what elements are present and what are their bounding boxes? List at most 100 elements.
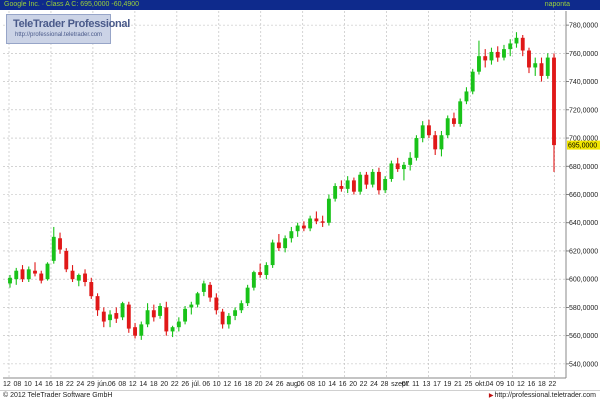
candle-body	[433, 135, 438, 150]
candle-body	[208, 284, 213, 298]
x-tick-label: 20	[160, 381, 168, 388]
teletrader-watermark: TeleTrader Professional http://professio…	[6, 14, 130, 44]
x-tick-label: 26	[181, 381, 189, 388]
x-tick-label: 22	[360, 381, 368, 388]
candle-body	[389, 163, 394, 179]
x-tick-label: 20	[349, 381, 357, 388]
y-tick-label: 560,0000	[569, 333, 598, 340]
x-tick-label: 10	[318, 381, 326, 388]
candle-body	[502, 49, 506, 58]
x-tick-label: 26	[276, 381, 284, 388]
candle-body	[370, 171, 375, 185]
candle-body	[364, 174, 369, 185]
x-tick-label: 04	[486, 381, 494, 388]
x-tick-label: 21	[454, 381, 462, 388]
candle-body	[545, 57, 550, 76]
candle-body	[358, 174, 363, 192]
candle-body	[520, 37, 525, 51]
candle-body	[158, 306, 163, 316]
last-price-marker: 695,0000	[567, 140, 600, 150]
candle-body	[414, 138, 419, 158]
candle	[251, 270, 256, 291]
candlestick-chart[interactable]: 540,0000 560,0000 580,0000 600,0000 620,0000…	[0, 0, 600, 400]
x-tick-label: 20	[255, 381, 263, 388]
footer-bar: © 2012 TeleTrader Software GmbH ▶http://…	[0, 390, 600, 401]
candle-body	[283, 238, 288, 249]
x-tick-label: 24	[370, 381, 378, 388]
candle-body	[114, 313, 119, 319]
candle-body	[76, 274, 81, 281]
candle-body	[345, 180, 350, 189]
x-tick-label: 14	[34, 381, 42, 388]
candle-body	[320, 221, 325, 223]
candle-body	[139, 324, 144, 336]
y-tick-label: 620,0000	[569, 248, 598, 255]
y-tick-label: 660,0000	[569, 192, 598, 199]
x-tick-label: 22	[549, 381, 557, 388]
candle-body	[333, 186, 338, 199]
candle-body	[533, 63, 538, 68]
x-tick-label: 08	[13, 381, 21, 388]
candle-body	[58, 238, 62, 250]
candle-body	[133, 327, 137, 336]
candle-body	[527, 50, 531, 68]
candle-body	[508, 43, 513, 50]
candle-body	[176, 321, 181, 328]
candle	[414, 135, 419, 161]
candle-body	[189, 304, 194, 308]
x-tick-label: 22	[66, 381, 74, 388]
candle	[389, 160, 394, 182]
x-tick-label: 22	[171, 381, 179, 388]
x-tick-label: 06	[297, 381, 305, 388]
candle-body	[20, 269, 25, 280]
candle-body	[326, 198, 331, 223]
candle-body	[376, 171, 381, 191]
candle-body	[539, 63, 544, 76]
candle-body	[226, 315, 231, 325]
candle-body	[108, 314, 112, 321]
candle-body	[164, 307, 169, 332]
watermark-brand: TeleTrader Professional	[13, 18, 131, 30]
candle-body	[295, 225, 300, 232]
candle-body	[514, 37, 519, 44]
candle-body	[239, 303, 244, 311]
y-tick-label: 720,0000	[569, 107, 598, 114]
candle	[270, 239, 275, 268]
y-axis-ticks: 540,0000 560,0000 580,0000 600,0000 620,0000…	[566, 23, 598, 368]
x-tick-label: 24	[76, 381, 84, 388]
candle-body	[427, 125, 431, 136]
candle	[126, 301, 131, 333]
x-tick-label: 18	[55, 381, 63, 388]
x-tick-label: 10	[507, 381, 515, 388]
last-price-label: 695,0000	[568, 143, 597, 150]
candle-body	[314, 218, 319, 222]
candle-body	[101, 311, 106, 322]
x-tick-label: 16	[528, 381, 536, 388]
candle	[470, 68, 475, 95]
candle-body	[477, 56, 481, 72]
candle	[245, 284, 250, 307]
x-tick-label: 07	[402, 381, 410, 388]
x-tick-label: jún.	[96, 381, 108, 388]
candle-body	[301, 225, 306, 229]
candle-body	[170, 327, 175, 332]
x-tick-label: 18	[244, 381, 252, 388]
y-tick-label: 760,0000	[569, 51, 598, 58]
candle-body	[26, 269, 31, 280]
y-tick-label: 540,0000	[569, 361, 598, 368]
candle-body	[8, 277, 12, 284]
candle	[445, 115, 450, 139]
candle-body	[45, 263, 50, 280]
candle-body	[39, 273, 44, 281]
candle-body	[145, 310, 150, 325]
candle-body	[83, 273, 87, 283]
x-tick-label: 12	[3, 381, 11, 388]
candle-body	[483, 56, 488, 61]
y-tick-label: 640,0000	[569, 220, 598, 227]
x-tick-label: 10	[24, 381, 32, 388]
x-tick-label: 12	[223, 381, 231, 388]
candle-body	[258, 272, 263, 275]
candle-body	[452, 118, 456, 124]
candle-body	[220, 311, 225, 325]
candle-body	[14, 270, 19, 280]
